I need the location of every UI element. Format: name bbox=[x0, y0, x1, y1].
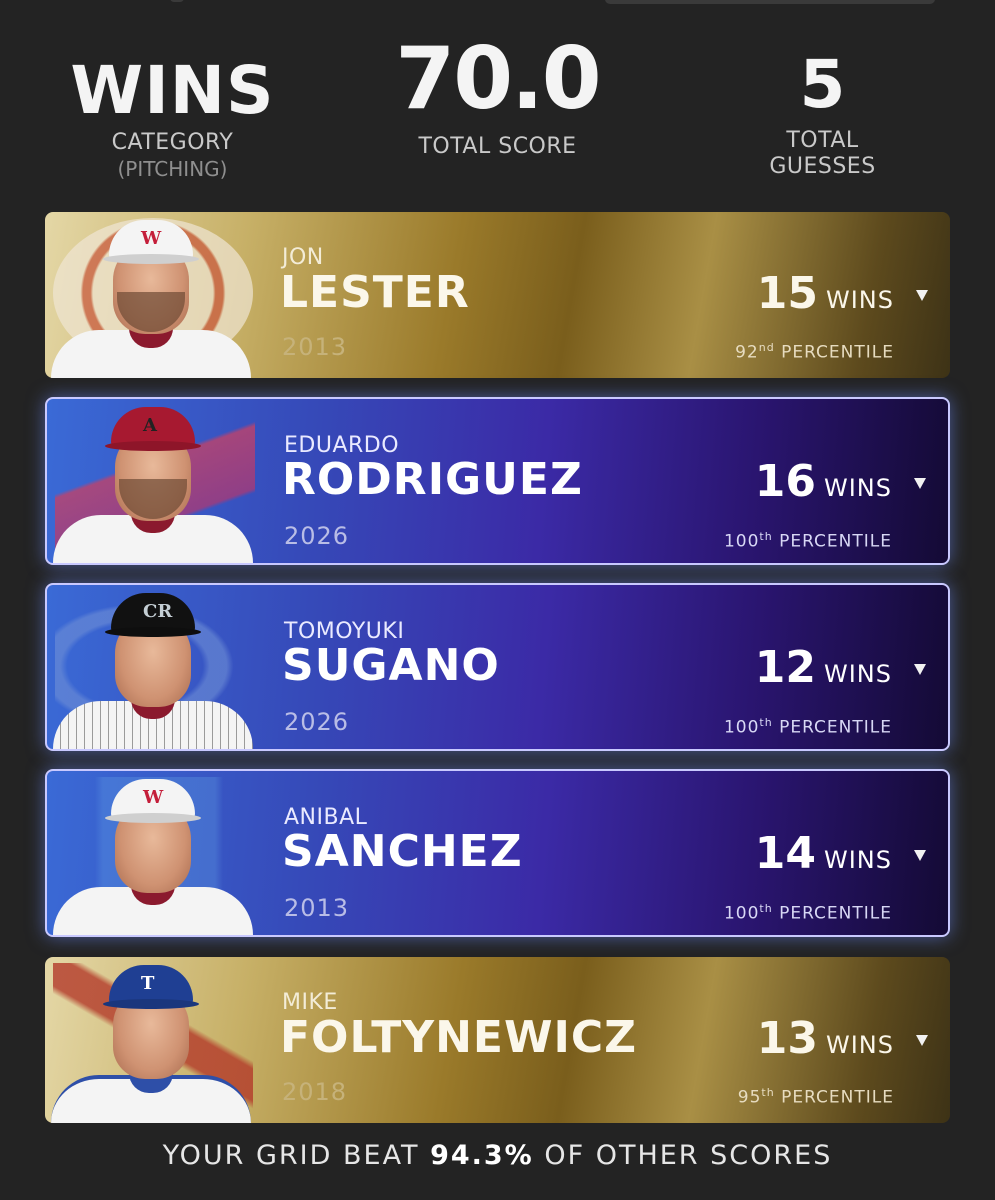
player-last-name: RODRIGUEZ bbox=[282, 454, 583, 505]
player-last-name: SANCHEZ bbox=[282, 826, 523, 877]
chevron-down-icon[interactable] bbox=[914, 478, 926, 489]
total-score-label: TOTAL SCORE bbox=[418, 134, 577, 159]
chevron-down-icon[interactable] bbox=[914, 664, 926, 675]
player-card-lester[interactable]: W JON LESTER 2013 15 WINS 92nd PERCENTILE bbox=[45, 212, 950, 378]
player-year: 2026 bbox=[284, 708, 350, 736]
cap-brim bbox=[103, 999, 199, 1009]
percentile-suffix: th bbox=[759, 530, 773, 543]
total-guesses-label-line1: TOTAL bbox=[786, 128, 859, 153]
grid-beat-summary: YOUR GRID BEAT 94.3% OF OTHER SCORES bbox=[0, 1140, 995, 1171]
player-photo: W bbox=[47, 771, 257, 935]
total-guesses-label-line2: GUESSES bbox=[769, 154, 876, 179]
top-edge-element bbox=[170, 0, 184, 2]
summary-percent: 94.3% bbox=[430, 1140, 534, 1171]
percentile-word: PERCENTILE bbox=[781, 1087, 894, 1108]
wins-stat: 13 WINS bbox=[757, 1013, 894, 1064]
category-value: WINS bbox=[70, 52, 275, 129]
percentile-suffix: th bbox=[761, 1086, 775, 1099]
player-photo: CR bbox=[47, 585, 257, 749]
player-card-sanchez[interactable]: W ANIBAL SANCHEZ 2013 14 WINS 100th PERCE… bbox=[45, 769, 950, 937]
total-guesses-stat: 5 TOTAL GUESSES bbox=[720, 52, 925, 180]
wins-unit: WINS bbox=[826, 1031, 894, 1059]
category-stat: WINS CATEGORY (PITCHING) bbox=[40, 58, 305, 182]
player-year: 2013 bbox=[282, 333, 348, 361]
player-photo: W bbox=[45, 212, 255, 378]
percentile-number: 95 bbox=[737, 1087, 762, 1108]
top-edge-pill bbox=[605, 0, 935, 4]
wins-unit: WINS bbox=[824, 846, 892, 874]
player-photo: T bbox=[45, 957, 255, 1123]
wins-stat: 16 WINS bbox=[755, 456, 892, 507]
wins-stat: 14 WINS bbox=[755, 828, 892, 879]
cap-brim bbox=[103, 254, 199, 264]
summary-prefix: YOUR GRID BEAT bbox=[162, 1140, 420, 1171]
cap-logo: A bbox=[143, 415, 157, 436]
cap-logo: T bbox=[141, 973, 155, 994]
chevron-down-icon[interactable] bbox=[916, 290, 928, 301]
total-score-value: 70.0 bbox=[395, 29, 601, 129]
player-last-name: FOLTYNEWICZ bbox=[280, 1012, 638, 1063]
percentile-suffix: nd bbox=[758, 341, 775, 354]
cap-brim bbox=[105, 813, 201, 823]
player-year: 2026 bbox=[284, 522, 350, 550]
wins-stat: 15 WINS bbox=[757, 268, 894, 319]
percentile-number: 100 bbox=[723, 531, 760, 552]
category-label: CATEGORY bbox=[111, 130, 234, 155]
wins-count: 16 bbox=[754, 456, 816, 507]
cap-brim bbox=[105, 441, 201, 451]
wins-count: 12 bbox=[754, 642, 816, 693]
wins-count: 14 bbox=[754, 828, 816, 879]
chevron-down-icon[interactable] bbox=[916, 1035, 928, 1046]
percentile-word: PERCENTILE bbox=[781, 342, 894, 363]
category-sub: (PITCHING) bbox=[117, 157, 228, 181]
percentile-label: 100th PERCENTILE bbox=[724, 716, 892, 738]
percentile-number: 100 bbox=[723, 717, 760, 738]
percentile-number: 92 bbox=[735, 342, 759, 363]
wins-count: 15 bbox=[756, 268, 818, 319]
percentile-word: PERCENTILE bbox=[779, 717, 892, 738]
player-last-name: SUGANO bbox=[282, 640, 500, 691]
player-card-rodriguez[interactable]: A EDUARDO RODRIGUEZ 2026 16 WINS 100th PE… bbox=[45, 397, 950, 565]
cap-brim bbox=[105, 627, 201, 637]
wins-stat: 12 WINS bbox=[755, 642, 892, 693]
percentile-label: 95th PERCENTILE bbox=[738, 1086, 894, 1108]
chevron-down-icon[interactable] bbox=[914, 850, 926, 861]
results-screen: WINS CATEGORY (PITCHING) 70.0 TOTAL SCOR… bbox=[0, 0, 995, 1200]
percentile-suffix: th bbox=[759, 902, 773, 915]
percentile-number: 100 bbox=[723, 903, 760, 924]
total-score-stat: 70.0 TOTAL SCORE bbox=[360, 36, 635, 160]
wins-unit: WINS bbox=[824, 660, 892, 688]
player-year: 2018 bbox=[282, 1078, 348, 1106]
percentile-label: 92nd PERCENTILE bbox=[735, 341, 894, 363]
percentile-label: 100th PERCENTILE bbox=[724, 902, 892, 924]
player-card-sugano[interactable]: CR TOMOYUKI SUGANO 2026 12 WINS 100th PER… bbox=[45, 583, 950, 751]
cap-logo: CR bbox=[143, 601, 173, 622]
player-last-name: LESTER bbox=[280, 267, 470, 318]
wins-unit: WINS bbox=[826, 286, 894, 314]
percentile-suffix: th bbox=[759, 716, 773, 729]
cap-logo: W bbox=[141, 228, 162, 249]
cap-logo: W bbox=[143, 787, 164, 808]
summary-suffix: OF OTHER SCORES bbox=[544, 1140, 833, 1171]
percentile-word: PERCENTILE bbox=[779, 903, 892, 924]
total-guesses-value: 5 bbox=[799, 46, 846, 123]
player-card-foltynewicz[interactable]: T MIKE FOLTYNEWICZ 2018 13 WINS 95th PERC… bbox=[45, 957, 950, 1123]
wins-count: 13 bbox=[756, 1013, 818, 1064]
player-year: 2013 bbox=[284, 894, 350, 922]
player-photo: A bbox=[47, 399, 257, 563]
wins-unit: WINS bbox=[824, 474, 892, 502]
percentile-label: 100th PERCENTILE bbox=[724, 530, 892, 552]
percentile-word: PERCENTILE bbox=[779, 531, 892, 552]
